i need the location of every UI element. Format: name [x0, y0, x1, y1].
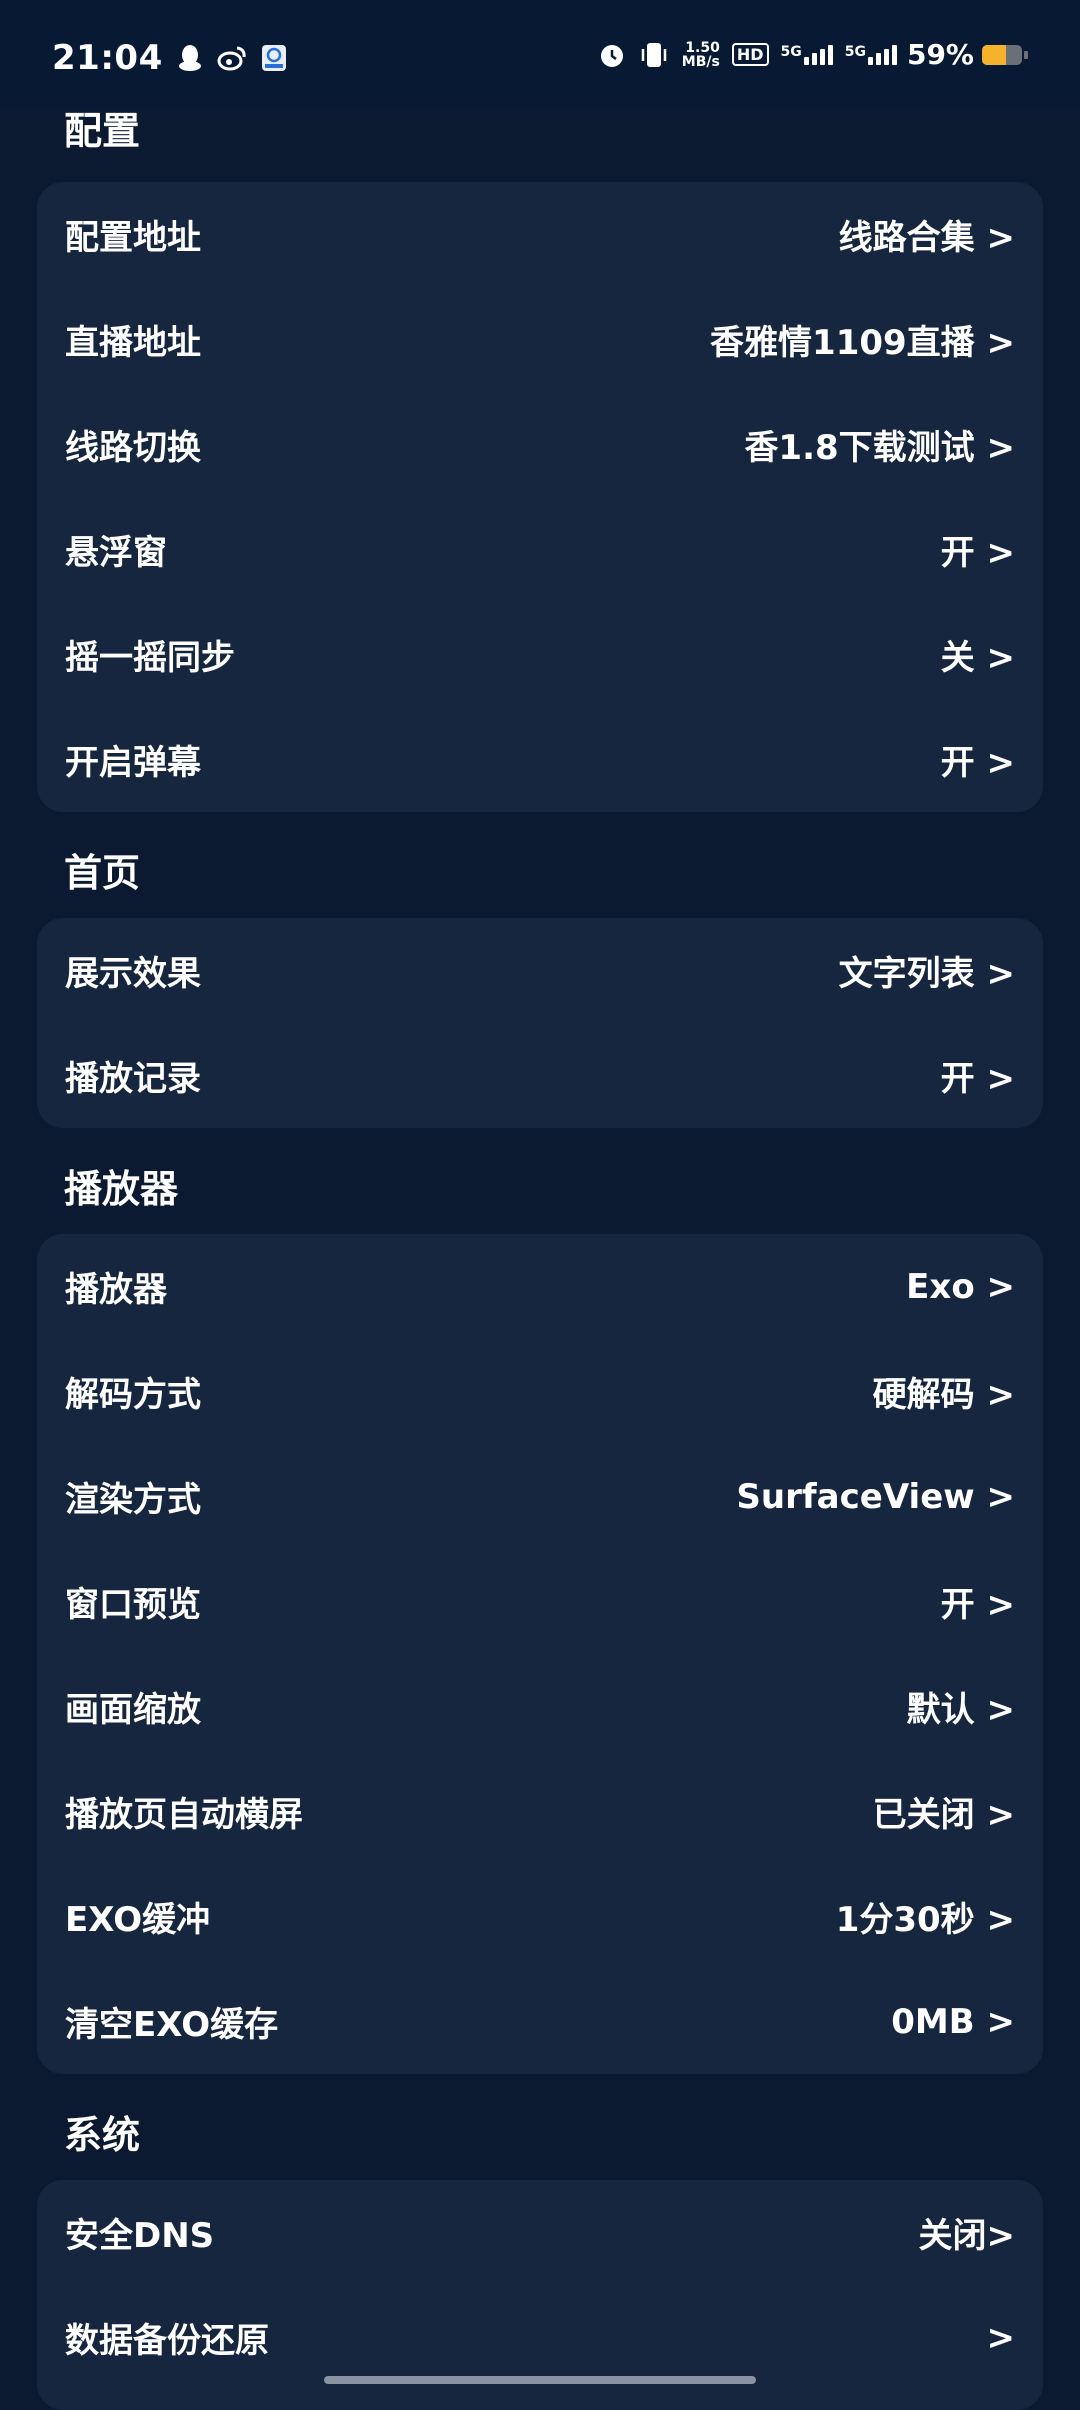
setting-value: 1分30秒 >: [835, 1900, 1015, 1940]
setting-value: 开 >: [940, 1059, 1015, 1099]
setting-value: 默认 >: [906, 1690, 1015, 1730]
status-bar: 21:04 1.50 MB/s HD 5G 5G 59%: [0, 0, 1080, 110]
section-title-config: 配置: [64, 109, 141, 153]
setting-label: 直播地址: [65, 323, 201, 363]
section-title-system: 系统: [64, 2113, 141, 2157]
signal-icon: [867, 44, 897, 65]
section-title-player: 播放器: [64, 1167, 179, 1211]
setting-row-auto-landscape[interactable]: 播放页自动横屏 已关闭 >: [37, 1759, 1043, 1864]
network-speed: 1.50 MB/s: [682, 41, 720, 69]
section-title-home: 首页: [64, 851, 141, 895]
setting-row-scale[interactable]: 画面缩放 默认 >: [37, 1654, 1043, 1759]
setting-value: 硬解码 >: [872, 1375, 1015, 1415]
setting-label: 线路切换: [65, 428, 201, 468]
config-card: 配置地址 线路合集 > 直播地址 香雅情1109直播 > 线路切换 香1.8下载…: [37, 182, 1043, 812]
battery-percent: 59%: [906, 38, 974, 71]
status-left: 21:04: [52, 38, 287, 78]
setting-value: 关 >: [940, 638, 1015, 678]
setting-label: 清空EXO缓存: [65, 2005, 279, 2045]
net-type-label: 5G: [780, 43, 802, 60]
setting-label: 播放页自动横屏: [65, 1795, 303, 1835]
alarm-icon: [598, 41, 626, 69]
speed-value: 1.50: [685, 39, 720, 56]
net-type-label: 5G: [844, 43, 866, 60]
weibo-icon: [217, 45, 247, 71]
setting-label: 悬浮窗: [65, 533, 167, 573]
setting-label: 安全DNS: [65, 2216, 215, 2256]
signal-icon: [803, 44, 833, 65]
setting-row-backup-restore[interactable]: 数据备份还原 >: [37, 2285, 1043, 2390]
setting-label: 数据备份还原: [65, 2321, 269, 2361]
hd-voice-badge: HD: [731, 43, 769, 66]
setting-row-decode-mode[interactable]: 解码方式 硬解码 >: [37, 1339, 1043, 1444]
setting-value: 0MB >: [891, 2001, 1015, 2042]
setting-value: 开 >: [940, 1585, 1015, 1625]
setting-value: 已关闭 >: [872, 1795, 1015, 1835]
signal-sim1: 5G: [780, 43, 833, 65]
setting-label: 渲染方式: [65, 1480, 201, 1520]
setting-label: 画面缩放: [65, 1690, 201, 1730]
battery-cap: [1024, 50, 1028, 59]
setting-value: 开 >: [940, 743, 1015, 783]
setting-label: 播放器: [65, 1270, 167, 1310]
home-card: 展示效果 文字列表 > 播放记录 开 >: [37, 918, 1043, 1128]
battery-icon: [982, 44, 1022, 65]
setting-label: 配置地址: [65, 218, 201, 258]
setting-label: 播放记录: [65, 1059, 201, 1099]
vibrate-icon: [638, 41, 670, 69]
setting-row-route-switch[interactable]: 线路切换 香1.8下载测试 >: [37, 392, 1043, 497]
status-time: 21:04: [52, 38, 163, 78]
battery-fill: [982, 44, 1006, 65]
setting-row-shake-sync[interactable]: 摇一摇同步 关 >: [37, 602, 1043, 707]
setting-row-exo-buffer[interactable]: EXO缓冲 1分30秒 >: [37, 1864, 1043, 1969]
setting-value: 香雅情1109直播 >: [710, 323, 1015, 363]
setting-label: 开启弹幕: [65, 743, 201, 783]
status-right: 1.50 MB/s HD 5G 5G 59%: [586, 38, 1028, 71]
setting-row-clear-exo-cache[interactable]: 清空EXO缓存 0MB >: [37, 1969, 1043, 2074]
setting-row-floating-window[interactable]: 悬浮窗 开 >: [37, 497, 1043, 602]
setting-value: Exo >: [906, 1266, 1015, 1307]
setting-row-secure-dns[interactable]: 安全DNS 关闭>: [37, 2180, 1043, 2285]
setting-value: 线路合集 >: [838, 218, 1015, 258]
setting-row-config-url[interactable]: 配置地址 线路合集 >: [37, 182, 1043, 287]
setting-row-danmaku[interactable]: 开启弹幕 开 >: [37, 707, 1043, 812]
player-card: 播放器 Exo > 解码方式 硬解码 > 渲染方式 SurfaceView > …: [37, 1234, 1043, 2074]
setting-row-window-preview[interactable]: 窗口预览 开 >: [37, 1549, 1043, 1654]
setting-label: 窗口预览: [65, 1585, 201, 1625]
signal-sim2: 5G: [844, 43, 897, 65]
setting-value: >: [986, 2317, 1016, 2358]
setting-row-render-mode[interactable]: 渲染方式 SurfaceView >: [37, 1444, 1043, 1549]
setting-row-play-history[interactable]: 播放记录 开 >: [37, 1023, 1043, 1128]
speed-unit: MB/s: [681, 53, 720, 70]
setting-value: 关闭>: [918, 2216, 1016, 2256]
setting-value: 文字列表 >: [838, 954, 1015, 994]
setting-label: 展示效果: [65, 954, 201, 994]
setting-row-live-url[interactable]: 直播地址 香雅情1109直播 >: [37, 287, 1043, 392]
setting-row-display-mode[interactable]: 展示效果 文字列表 >: [37, 918, 1043, 1023]
setting-value: SurfaceView >: [736, 1476, 1015, 1517]
home-indicator[interactable]: [324, 2376, 756, 2384]
setting-label: EXO缓冲: [65, 1900, 211, 1940]
app-icon: [261, 44, 287, 72]
setting-label: 摇一摇同步: [65, 638, 235, 678]
setting-value: 开 >: [940, 533, 1015, 573]
qq-icon: [177, 44, 203, 72]
setting-label: 解码方式: [65, 1375, 201, 1415]
setting-row-player[interactable]: 播放器 Exo >: [37, 1234, 1043, 1339]
setting-value: 香1.8下载测试 >: [744, 428, 1015, 468]
